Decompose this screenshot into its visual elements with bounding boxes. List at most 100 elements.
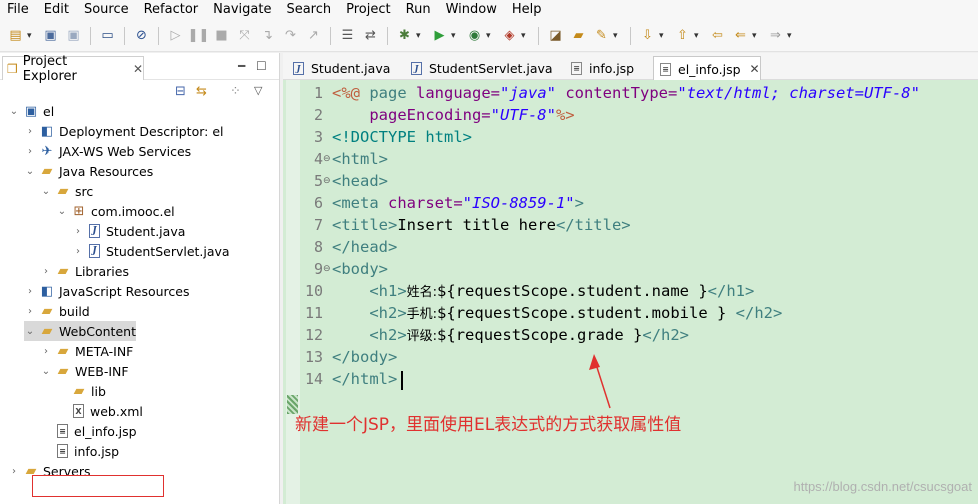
- tree-item[interactable]: ⌄ ▰ WEB-INF: [40, 361, 129, 381]
- run-server-dropdown-icon[interactable]: ▾: [521, 31, 529, 41]
- collapsed-chevron-icon[interactable]: ›: [72, 246, 84, 257]
- menu-window[interactable]: Window: [439, 0, 505, 20]
- collapse-all-icon[interactable]: ⊟: [175, 84, 186, 99]
- code-token: "java": [500, 84, 556, 102]
- toggle-icon[interactable]: ⇄: [362, 27, 379, 44]
- expanded-chevron-icon[interactable]: ⌄: [24, 166, 36, 177]
- tree-item[interactable]: Xweb.xml: [56, 401, 143, 421]
- collapsed-chevron-icon[interactable]: ›: [24, 126, 36, 137]
- collapsed-chevron-icon[interactable]: ›: [24, 286, 36, 297]
- tree-item[interactable]: › ▰ META-INF: [40, 341, 133, 361]
- suspend-icon[interactable]: ❚❚: [188, 27, 210, 44]
- tab-el-info-jsp[interactable]: ≡ el_info.jsp ✕: [653, 56, 761, 81]
- expanded-chevron-icon[interactable]: ⌄: [24, 326, 36, 337]
- menu-project[interactable]: Project: [339, 0, 398, 20]
- collapsed-chevron-icon[interactable]: ›: [24, 306, 36, 317]
- debug-dropdown-icon[interactable]: ▾: [416, 31, 424, 41]
- last-edit-icon[interactable]: ⇦: [709, 27, 726, 44]
- run-external-dropdown-icon[interactable]: ▾: [486, 31, 494, 41]
- collapsed-chevron-icon[interactable]: ›: [72, 226, 84, 237]
- previous-annotation-dropdown-icon[interactable]: ▾: [694, 31, 702, 41]
- collapsed-chevron-icon[interactable]: ›: [40, 266, 52, 277]
- tree-item[interactable]: › ◧ Deployment Descriptor: el: [24, 121, 224, 141]
- expanded-chevron-icon[interactable]: ⌄: [56, 206, 68, 217]
- search-tool-icon[interactable]: ✎: [593, 27, 610, 44]
- save-icon[interactable]: ▣: [42, 27, 59, 44]
- coverage-icon[interactable]: ☰: [339, 27, 356, 44]
- resume-icon[interactable]: ▷: [167, 27, 184, 44]
- tree-item[interactable]: ⌄ ▰ Java Resources: [24, 161, 153, 181]
- menu-search[interactable]: Search: [279, 0, 339, 20]
- new-dropdown-icon[interactable]: ▾: [27, 31, 35, 41]
- tree-item[interactable]: ⌄ ▰ WebContent: [24, 321, 136, 341]
- previous-annotation-icon[interactable]: ⇧: [674, 27, 691, 44]
- filters-icon[interactable]: ⁘: [230, 84, 241, 99]
- view-menu-icon[interactable]: ▽: [254, 84, 262, 97]
- menu-refactor[interactable]: Refactor: [137, 0, 207, 20]
- debug-icon[interactable]: ✱: [396, 27, 413, 44]
- step-return-icon[interactable]: ↗: [305, 27, 322, 44]
- expanded-chevron-icon[interactable]: ⌄: [40, 186, 52, 197]
- maximize-icon[interactable]: ☐: [256, 59, 267, 73]
- tree-item[interactable]: › ✈ JAX-WS Web Services: [24, 141, 191, 161]
- menu-navigate[interactable]: Navigate: [206, 0, 279, 20]
- tree-item[interactable]: ≡ el_info.jsp: [40, 421, 137, 441]
- tree-item[interactable]: ⌄ ▣ el: [8, 101, 54, 121]
- back-icon[interactable]: ⇐: [732, 27, 749, 44]
- collapsed-chevron-icon[interactable]: ›: [8, 466, 20, 477]
- search-dropdown-icon[interactable]: ▾: [613, 31, 621, 41]
- menu-file[interactable]: File: [0, 0, 37, 20]
- next-annotation-icon[interactable]: ⇩: [639, 27, 656, 44]
- save-all-icon[interactable]: ▣: [65, 27, 82, 44]
- step-over-icon[interactable]: ↷: [282, 27, 299, 44]
- jsp-file-icon: ≡: [57, 444, 68, 458]
- back-dropdown-icon[interactable]: ▾: [752, 31, 760, 41]
- expanded-chevron-icon[interactable]: ⌄: [8, 106, 20, 117]
- close-icon[interactable]: ✕: [133, 62, 143, 76]
- close-icon[interactable]: ✕: [750, 62, 760, 76]
- tree-item[interactable]: ≡ info.jsp: [40, 441, 119, 461]
- run-icon[interactable]: ▶: [431, 27, 448, 44]
- tree-item[interactable]: › J Student.java: [72, 221, 185, 241]
- expanded-chevron-icon[interactable]: ⌄: [40, 366, 52, 377]
- terminate-icon[interactable]: ■: [213, 27, 230, 44]
- project-explorer-tab[interactable]: ❒ Project Explorer ✕: [2, 54, 144, 84]
- tab-info-jsp[interactable]: ≡ info.jsp: [565, 56, 634, 80]
- link-with-editor-icon[interactable]: ⇆: [196, 84, 207, 99]
- tab-student-java[interactable]: J Student.java: [287, 56, 390, 80]
- tree-item[interactable]: › ▰ build: [24, 301, 90, 321]
- menu-source[interactable]: Source: [77, 0, 137, 20]
- open-type-icon[interactable]: ▰: [570, 27, 587, 44]
- collapsed-chevron-icon[interactable]: ›: [24, 146, 36, 157]
- tree-item[interactable]: ⌄ ⊞ com.imooc.el: [56, 201, 175, 221]
- code-line-14: </html>: [332, 370, 398, 388]
- step-into-icon[interactable]: ↴: [259, 27, 276, 44]
- tree-item[interactable]: › ▰ Libraries: [40, 261, 129, 281]
- tab-studentservlet-java[interactable]: J StudentServlet.java: [405, 56, 553, 80]
- tree-item-label: build: [59, 303, 90, 319]
- tree-item[interactable]: ▰ lib: [56, 381, 106, 401]
- disconnect-icon[interactable]: ⤧: [236, 27, 253, 44]
- tree-item-label: com.imooc.el: [91, 203, 175, 219]
- run-server-icon[interactable]: ◈: [501, 27, 518, 44]
- new-icon[interactable]: ▤: [7, 27, 24, 44]
- tree-item-label: JavaScript Resources: [59, 283, 190, 299]
- forward-icon[interactable]: ⇒: [767, 27, 784, 44]
- run-dropdown-icon[interactable]: ▾: [451, 31, 459, 41]
- menu-run[interactable]: Run: [399, 0, 439, 20]
- menu-edit[interactable]: Edit: [37, 0, 77, 20]
- tree-item[interactable]: ⌄ ▰ src: [40, 181, 93, 201]
- open-console-icon[interactable]: ▭: [99, 27, 116, 44]
- tree-item[interactable]: › ◧ JavaScript Resources: [24, 281, 189, 301]
- new-java-project-icon[interactable]: ◪: [547, 27, 564, 44]
- tree-item[interactable]: › J StudentServlet.java: [72, 241, 230, 261]
- code-editor[interactable]: 1 2 3 4 5 6 7 8 9 10 11 12 13 14 ⊖ ⊖ ⊖ <…: [283, 80, 978, 504]
- collapsed-chevron-icon[interactable]: ›: [40, 346, 52, 357]
- tree-item[interactable]: › ▰ Servers: [8, 461, 91, 481]
- skip-breakpoints-icon[interactable]: ⊘: [133, 27, 150, 44]
- minimize-icon[interactable]: ━: [238, 59, 245, 73]
- menu-help[interactable]: Help: [505, 0, 550, 20]
- next-annotation-dropdown-icon[interactable]: ▾: [659, 31, 667, 41]
- run-external-icon[interactable]: ◉: [466, 27, 483, 44]
- forward-dropdown-icon[interactable]: ▾: [787, 31, 795, 41]
